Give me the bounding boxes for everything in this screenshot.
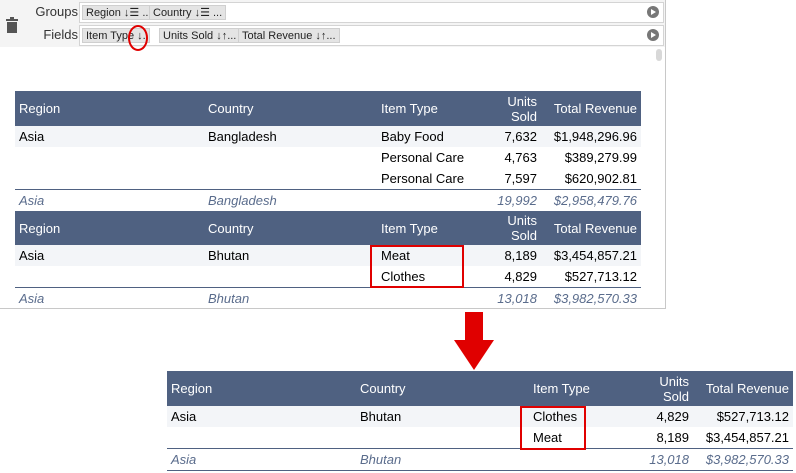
item-type-highlight-box-result xyxy=(520,406,586,450)
cell: Bhutan xyxy=(204,287,377,308)
pivot-table-bangladesh: Region Country Item Type Units Sold Tota… xyxy=(15,91,641,212)
cell: Asia xyxy=(15,245,204,266)
cell: $3,454,857.21 xyxy=(705,430,789,445)
column-header[interactable]: Region xyxy=(15,211,204,245)
groups-drop-zone[interactable]: Region ↓☰ ... Country ↓☰ ... xyxy=(79,2,664,23)
table-row: Clothes 4,829 $527,713.12 xyxy=(15,266,641,288)
subtotal-row: Asia Bhutan 13,018 $3,982,570.33 xyxy=(167,448,793,471)
cell xyxy=(204,168,377,190)
column-header[interactable]: Item Type xyxy=(377,211,481,245)
cell: 19,992 xyxy=(481,189,541,212)
pivot-panel: Groups Region ↓☰ ... Country ↓☰ ... Fiel… xyxy=(0,0,666,309)
cell: Bhutan xyxy=(356,406,529,427)
cell: 13,018 xyxy=(633,448,693,471)
cell: Bhutan xyxy=(204,245,377,266)
cell xyxy=(15,266,204,288)
subtotal-row: Asia Bangladesh 19,992 $2,958,479.76 xyxy=(15,189,641,212)
table-row: Asia Bhutan Meat 8,189 $3,454,857.21 xyxy=(15,245,641,266)
cell: $3,454,857.21 xyxy=(541,245,641,266)
cell xyxy=(15,168,204,190)
cell: Bangladesh xyxy=(204,126,377,147)
group-chip-region[interactable]: Region ↓☰ ... xyxy=(82,5,156,20)
item-type-highlight-box xyxy=(370,245,464,288)
cell: $3,982,570.33 xyxy=(693,448,793,471)
table-header: Region Country Item Type Units Sold Tota… xyxy=(167,371,793,406)
chevron-right-icon[interactable] xyxy=(647,6,659,18)
field-chip-total-revenue[interactable]: Total Revenue ↓↑... xyxy=(238,28,340,43)
cell: $620,902.81 xyxy=(564,171,637,186)
table-row: Personal Care 7,597 $620,902.81 xyxy=(15,168,641,190)
cell: $1,948,296.96 xyxy=(541,126,641,147)
table-row: Personal Care 4,763 $389,279.99 xyxy=(15,147,641,168)
cell: Asia xyxy=(15,189,204,212)
cell xyxy=(204,147,377,168)
cell: $527,713.12 xyxy=(693,406,793,427)
cell: 4,829 xyxy=(504,269,537,284)
cell: Personal Care xyxy=(381,150,465,165)
cell: Baby Food xyxy=(377,126,481,147)
cell: $3,982,570.33 xyxy=(541,287,641,308)
fields-drop-zone[interactable]: Item Type ↓. Units Sold ↓↑... Total Reve… xyxy=(79,25,664,46)
cell: Bhutan xyxy=(356,448,529,471)
table-row: Meat 8,189 $3,454,857.21 xyxy=(167,427,793,449)
table-row: Asia Bhutan Clothes 4,829 $527,713.12 xyxy=(167,406,793,427)
chevron-right-icon[interactable] xyxy=(647,29,659,41)
cell: Asia xyxy=(167,448,356,471)
pivot-table-bhutan: Region Country Item Type Units Sold Tota… xyxy=(15,211,641,308)
fields-label: Fields xyxy=(43,27,78,42)
column-header[interactable]: Country xyxy=(204,211,377,245)
arrow-down-icon xyxy=(454,312,494,370)
table-header: Region Country Item Type Units Sold Tota… xyxy=(15,211,641,245)
pivot-table-result: Region Country Item Type Units Sold Tota… xyxy=(167,371,793,471)
cell: $2,958,479.76 xyxy=(541,189,641,212)
cell: 13,018 xyxy=(481,287,541,308)
sort-icon-highlight-circle xyxy=(128,25,148,51)
column-header[interactable]: Total Revenue xyxy=(541,91,641,126)
cell: 7,597 xyxy=(504,171,537,186)
cell: $527,713.12 xyxy=(564,269,637,284)
cell xyxy=(167,427,356,449)
column-header[interactable]: Country xyxy=(204,91,377,126)
column-header[interactable]: Total Revenue xyxy=(541,211,641,245)
group-chip-country[interactable]: Country ↓☰ ... xyxy=(149,5,227,20)
cell: 7,632 xyxy=(481,126,541,147)
cell: Personal Care xyxy=(381,171,465,186)
column-header[interactable]: Region xyxy=(167,371,356,406)
groups-label: Groups xyxy=(35,4,78,19)
column-header[interactable]: Item Type xyxy=(377,91,481,126)
cell xyxy=(377,287,481,308)
cell: Bangladesh xyxy=(204,189,377,212)
cell: 8,189 xyxy=(656,430,689,445)
column-header[interactable]: Total Revenue xyxy=(693,371,793,406)
cell: Asia xyxy=(167,406,356,427)
column-header[interactable]: Units Sold xyxy=(481,91,541,126)
cell xyxy=(15,147,204,168)
cell: Asia xyxy=(15,126,204,147)
cell: $389,279.99 xyxy=(564,150,637,165)
vertical-scrollbar[interactable] xyxy=(656,49,662,61)
table-row: Asia Bangladesh Baby Food 7,632 $1,948,2… xyxy=(15,126,641,147)
column-header[interactable]: Units Sold xyxy=(481,211,541,245)
cell xyxy=(377,189,481,212)
cell: 8,189 xyxy=(481,245,541,266)
cell xyxy=(529,448,633,471)
column-header[interactable]: Region xyxy=(15,91,204,126)
column-header[interactable]: Units Sold xyxy=(633,371,693,406)
pivot-toolbar: Groups Region ↓☰ ... Country ↓☰ ... Fiel… xyxy=(0,0,665,47)
column-header[interactable]: Item Type xyxy=(529,371,633,406)
field-chip-units-sold[interactable]: Units Sold ↓↑... xyxy=(159,28,241,43)
cell: Asia xyxy=(15,287,204,308)
table-header: Region Country Item Type Units Sold Tota… xyxy=(15,91,641,126)
cell xyxy=(204,266,377,288)
column-header[interactable]: Country xyxy=(356,371,529,406)
cell: 4,829 xyxy=(633,406,693,427)
subtotal-row: Asia Bhutan 13,018 $3,982,570.33 xyxy=(15,287,641,308)
cell xyxy=(356,427,529,449)
cell: 4,763 xyxy=(504,150,537,165)
